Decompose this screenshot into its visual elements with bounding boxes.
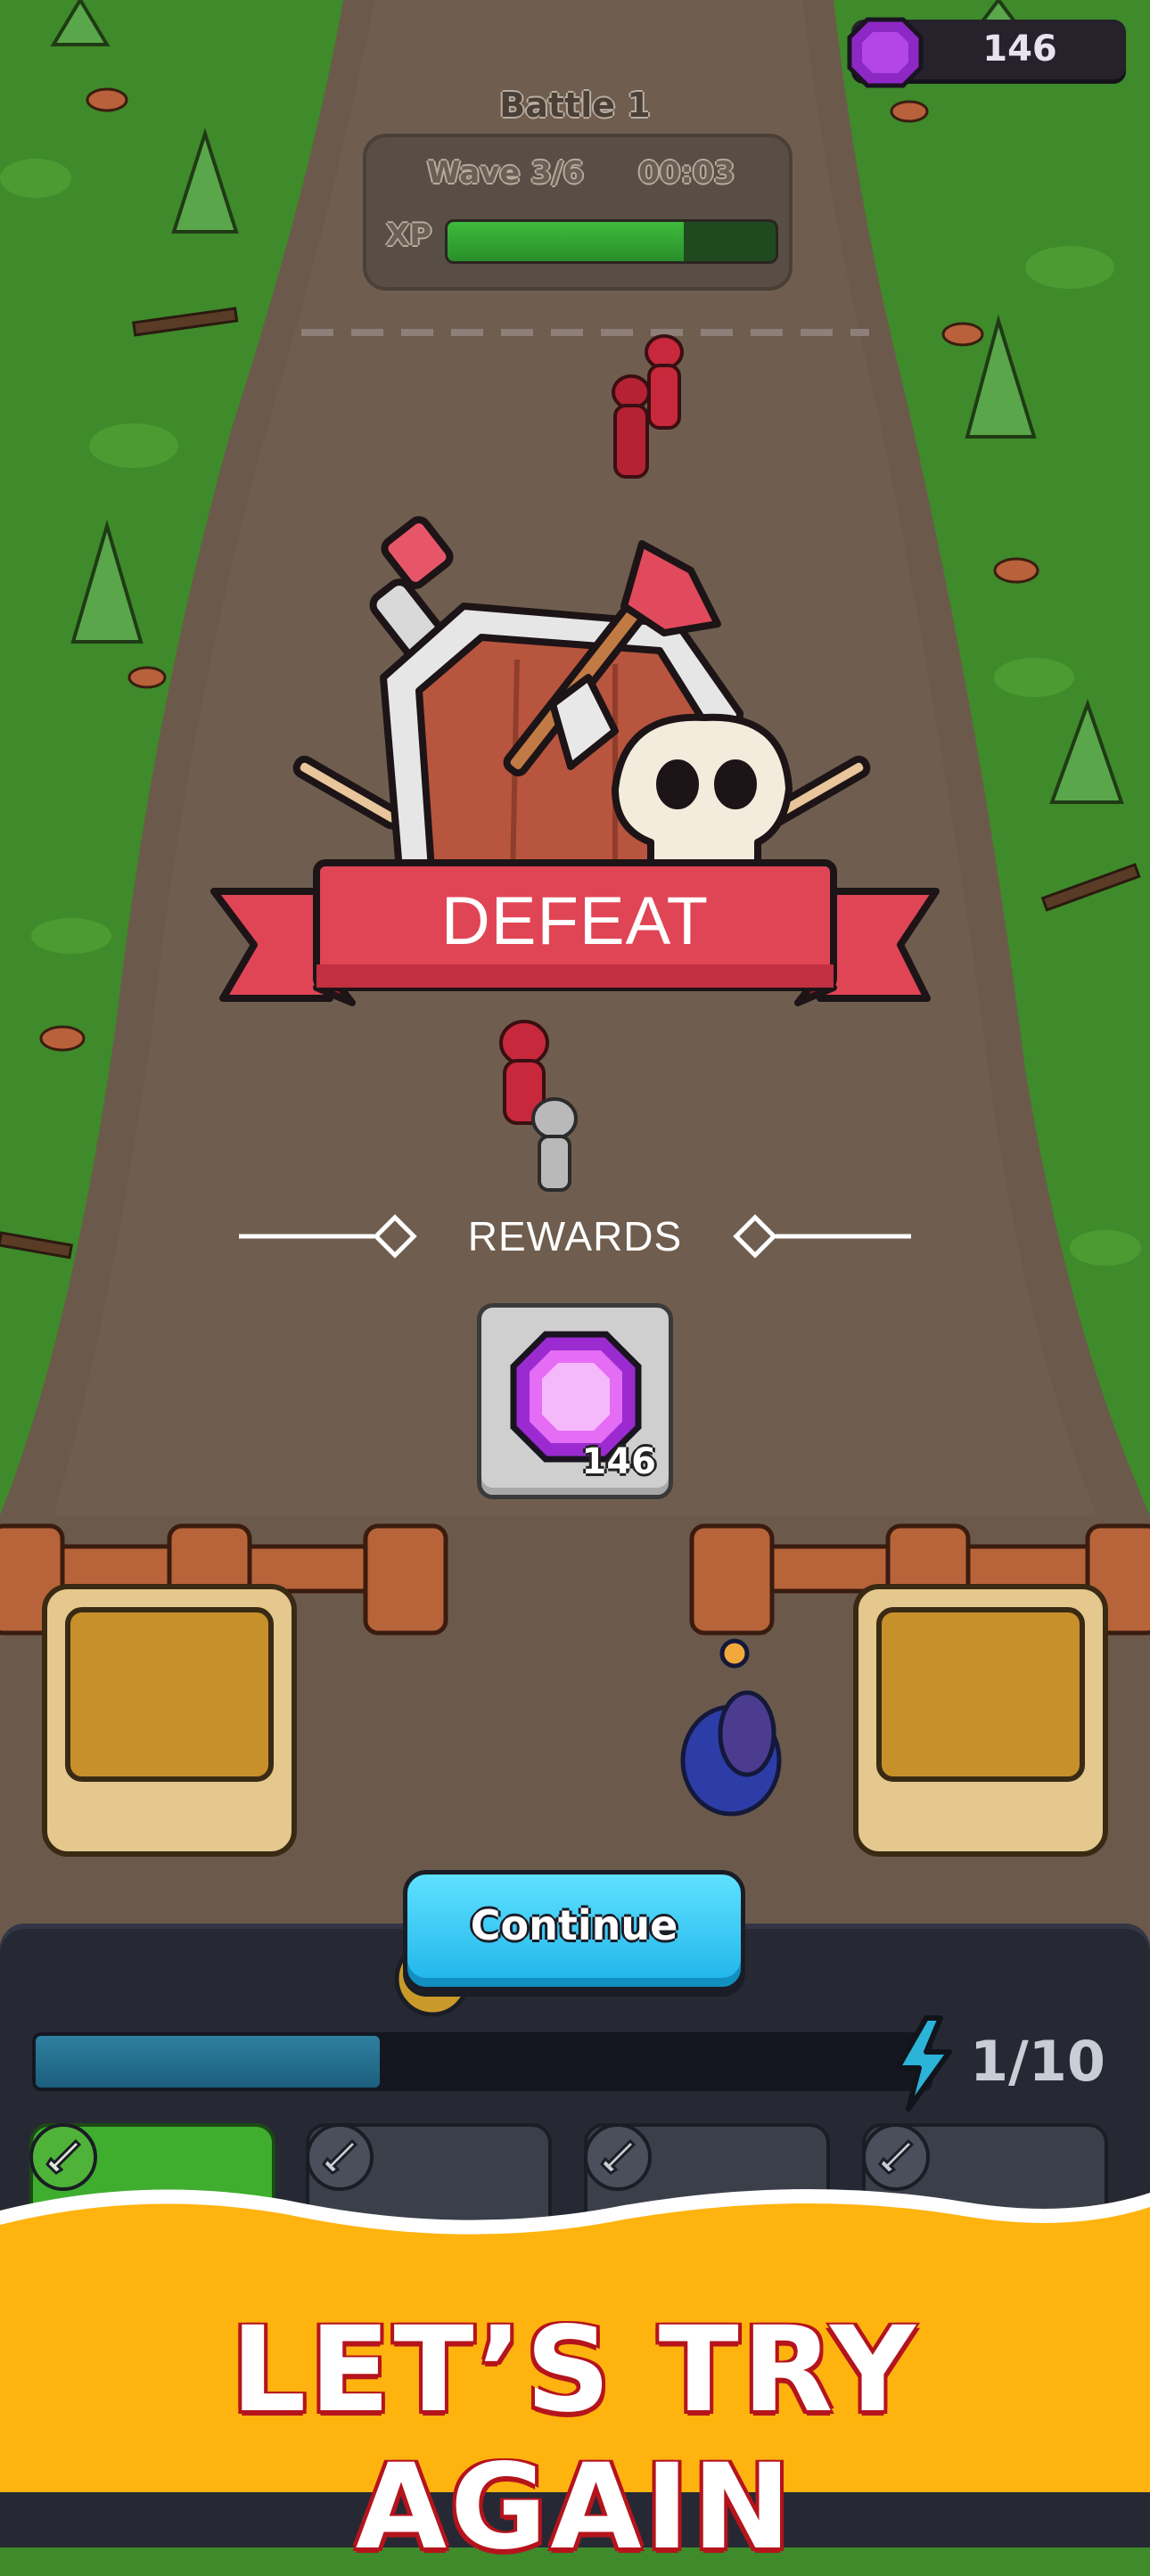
gem-count: 146 <box>982 29 1057 70</box>
rewards-header: REWARDS <box>236 1205 914 1267</box>
lightning-icon <box>895 2015 952 2112</box>
defeat-title: DEFEAT <box>440 883 710 959</box>
xp-progress-fill <box>448 222 684 261</box>
energy-progress-bar <box>32 2032 932 2091</box>
xp-progress-bar <box>445 219 778 264</box>
gem-icon <box>847 17 924 88</box>
promo-banner-text: LET’S TRY AGAIN <box>231 2301 919 2576</box>
battle-hud: Wave 3/6 00:03 XP <box>363 134 793 291</box>
battle-timer: 00:03 <box>638 155 735 191</box>
battle-title: Battle 1 <box>499 86 651 125</box>
rewards-label: REWARDS <box>467 1213 683 1259</box>
xp-label: XP <box>386 217 432 253</box>
reward-amount: 146 <box>581 1441 657 1482</box>
energy-progress-fill <box>36 2036 380 2088</box>
energy-count: 1/10 <box>970 2029 1106 2094</box>
reward-gem-card: 146 <box>477 1303 673 1499</box>
wave-counter: Wave 3/6 <box>427 155 585 191</box>
gem-counter: 146 <box>847 17 1126 88</box>
continue-button[interactable]: Continue <box>403 1870 745 1991</box>
